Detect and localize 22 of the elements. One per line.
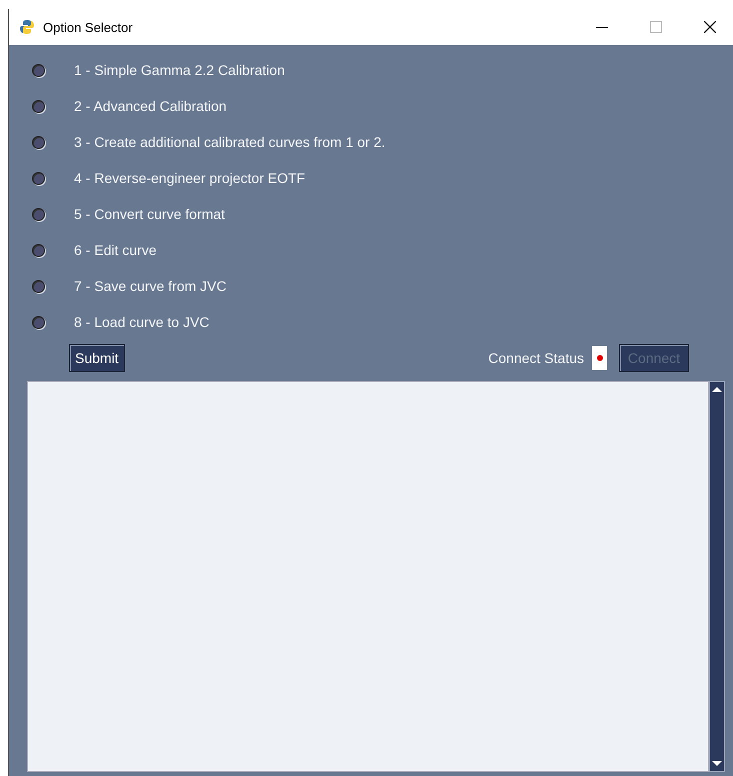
option-label[interactable]: 1 - Simple Gamma 2.2 Calibration [74, 62, 285, 78]
option-label[interactable]: 5 - Convert curve format [74, 206, 225, 222]
submit-button[interactable]: Submit [69, 344, 125, 372]
radio-button[interactable] [32, 172, 45, 184]
radio-button[interactable] [32, 64, 45, 76]
connect-status-label: Connect Status [488, 350, 584, 366]
radio-button[interactable] [32, 208, 45, 220]
option-label[interactable]: 3 - Create additional calibrated curves from 1 or 2. [74, 134, 386, 150]
radio-button[interactable] [32, 136, 45, 148]
option-label[interactable]: 7 - Save curve from JVC [74, 278, 226, 294]
option-label[interactable]: 2 - Advanced Calibration [74, 98, 227, 114]
radio-button[interactable] [32, 316, 45, 328]
option-label[interactable]: 4 - Reverse-engineer projector EOTF [74, 170, 306, 186]
radio-button[interactable] [32, 280, 45, 292]
scrollbar[interactable] [709, 381, 725, 772]
close-icon[interactable] [704, 21, 716, 33]
radio-button[interactable] [32, 100, 45, 112]
radio-button[interactable] [32, 244, 45, 256]
window-title: Option Selector [43, 20, 133, 34]
app-logo-icon [19, 19, 35, 35]
option-label[interactable]: 8 - Load curve to JVC [74, 314, 210, 330]
option-label[interactable]: 6 - Edit curve [74, 242, 156, 258]
